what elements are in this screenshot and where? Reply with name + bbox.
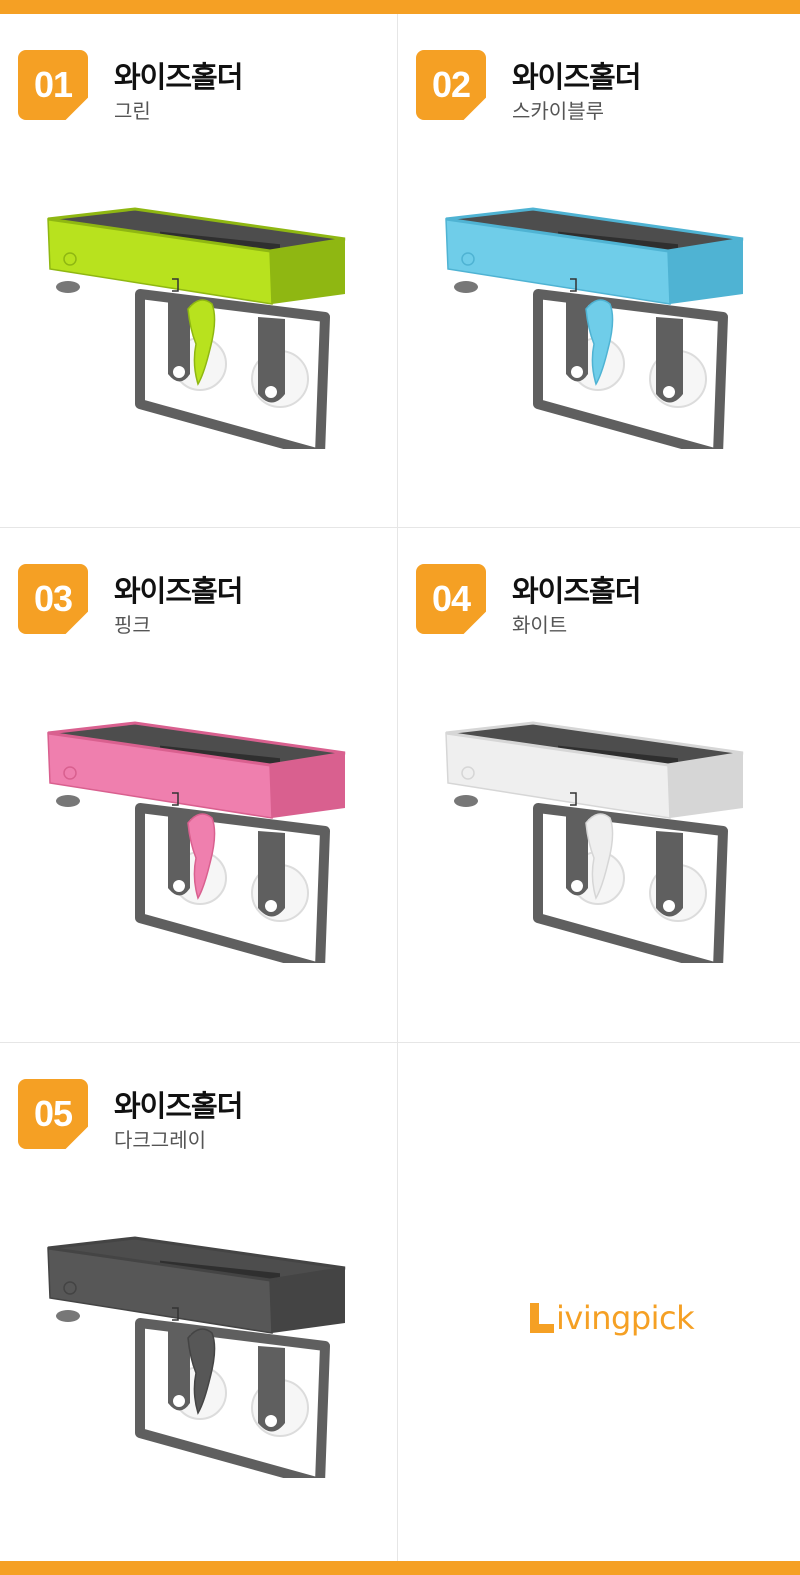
- number-badge: 05: [18, 1079, 88, 1149]
- wiseholder-product-image: [47, 721, 346, 963]
- wiseholder-product-image: [445, 721, 744, 963]
- livingpick-l-mark-icon: [530, 1303, 554, 1333]
- number-badge: 04: [416, 564, 486, 634]
- color-name: 다크그레이: [114, 1128, 206, 1152]
- product-title: 와이즈홀더: [114, 1089, 243, 1123]
- color-name: 그린: [114, 99, 151, 123]
- product-card: 04 와이즈홀더 화이트: [398, 528, 800, 1043]
- bottom-accent-bar: [0, 1561, 800, 1575]
- product-color-grid: 01 와이즈홀더 그린 02 와이즈홀더 스카이블루 03 와이즈홀더 핑크 0…: [0, 14, 800, 1561]
- product-title: 와이즈홀더: [114, 60, 243, 94]
- color-name: 핑크: [114, 613, 151, 637]
- product-title: 와이즈홀더: [114, 574, 243, 608]
- number-badge: 03: [18, 564, 88, 634]
- logo-text: ivingpick: [556, 1299, 695, 1337]
- wiseholder-product-image: [47, 1236, 346, 1478]
- product-card: 01 와이즈홀더 그린: [0, 14, 398, 528]
- number-badge: 01: [18, 50, 88, 120]
- number-badge: 02: [416, 50, 486, 120]
- product-title: 와이즈홀더: [512, 574, 641, 608]
- brand-card: ivingpick: [398, 1043, 800, 1561]
- product-card: 02 와이즈홀더 스카이블루: [398, 14, 800, 528]
- color-name: 스카이블루: [512, 99, 604, 123]
- wiseholder-product-image: [445, 207, 744, 449]
- product-card: 05 와이즈홀더 다크그레이: [0, 1043, 398, 1561]
- wiseholder-product-image: [47, 207, 346, 449]
- top-accent-bar: [0, 0, 800, 14]
- product-card: 03 와이즈홀더 핑크: [0, 528, 398, 1043]
- product-title: 와이즈홀더: [512, 60, 641, 94]
- livingpick-logo: ivingpick: [530, 1293, 695, 1343]
- color-name: 화이트: [512, 613, 568, 637]
